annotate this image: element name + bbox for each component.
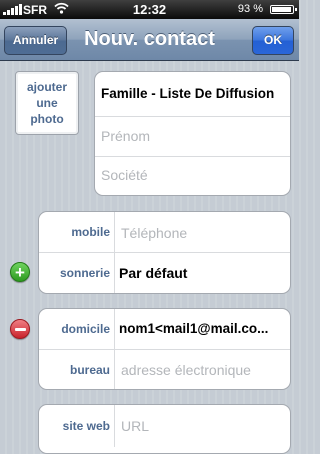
row-divider <box>114 253 115 293</box>
home-email-row[interactable]: domicile nom1<mail1@mail.co... <box>39 309 290 350</box>
ringtone-value: Par défaut <box>119 265 188 281</box>
first-name-placeholder: Prénom <box>101 128 151 144</box>
name-fields-group: Famille - Liste De Diffusion Prénom Soci… <box>94 71 291 196</box>
url-placeholder: URL <box>121 418 150 434</box>
company-placeholder: Société <box>101 167 148 183</box>
home-label: domicile <box>61 322 110 336</box>
last-name-value: Famille - Liste De Diffusion <box>101 86 275 101</box>
ringtone-label: sonnerie <box>59 266 110 280</box>
add-photo-label: ajouter une photo <box>26 80 67 126</box>
ok-button[interactable]: OK <box>252 26 294 55</box>
first-name-field[interactable]: Prénom <box>95 117 290 157</box>
minus-icon[interactable] <box>10 319 30 339</box>
row-divider <box>114 309 115 349</box>
company-field[interactable]: Société <box>95 157 290 195</box>
website-row[interactable]: site web URL <box>39 405 290 447</box>
battery-percent: 93 % <box>237 3 263 15</box>
ringtone-row[interactable]: sonnerie Par défaut <box>39 253 290 293</box>
website-label: site web <box>62 419 110 433</box>
cancel-button[interactable]: Annuler <box>4 26 67 55</box>
home-email-value: nom1<mail1@mail.co... <box>119 321 269 336</box>
navigation-bar: Annuler Nouv. contact OK <box>0 19 299 61</box>
phone-row[interactable]: mobile Téléphone <box>39 212 290 253</box>
row-divider <box>114 212 115 252</box>
phone-group: mobile Téléphone sonnerie Par défaut <box>38 211 291 294</box>
email-group: domicile nom1<mail1@mail.co... bureau ad… <box>38 308 291 390</box>
battery-level-fill <box>272 7 291 12</box>
phone-placeholder: Téléphone <box>121 225 188 241</box>
last-name-field[interactable]: Famille - Liste De Diffusion <box>95 72 290 117</box>
plus-icon[interactable]: + <box>10 262 30 282</box>
work-email-row[interactable]: bureau adresse électronique <box>39 350 290 389</box>
row-divider <box>114 350 115 389</box>
battery-icon <box>270 5 297 14</box>
row-divider <box>114 405 115 447</box>
add-photo-button[interactable]: ajouter une photo <box>15 71 79 135</box>
status-bar: SFR 12:32 93 % <box>0 0 299 19</box>
mobile-label: mobile <box>71 225 110 239</box>
website-group: site web URL <box>38 404 291 454</box>
email-placeholder: adresse électronique <box>121 362 251 378</box>
work-label: bureau <box>69 363 110 377</box>
